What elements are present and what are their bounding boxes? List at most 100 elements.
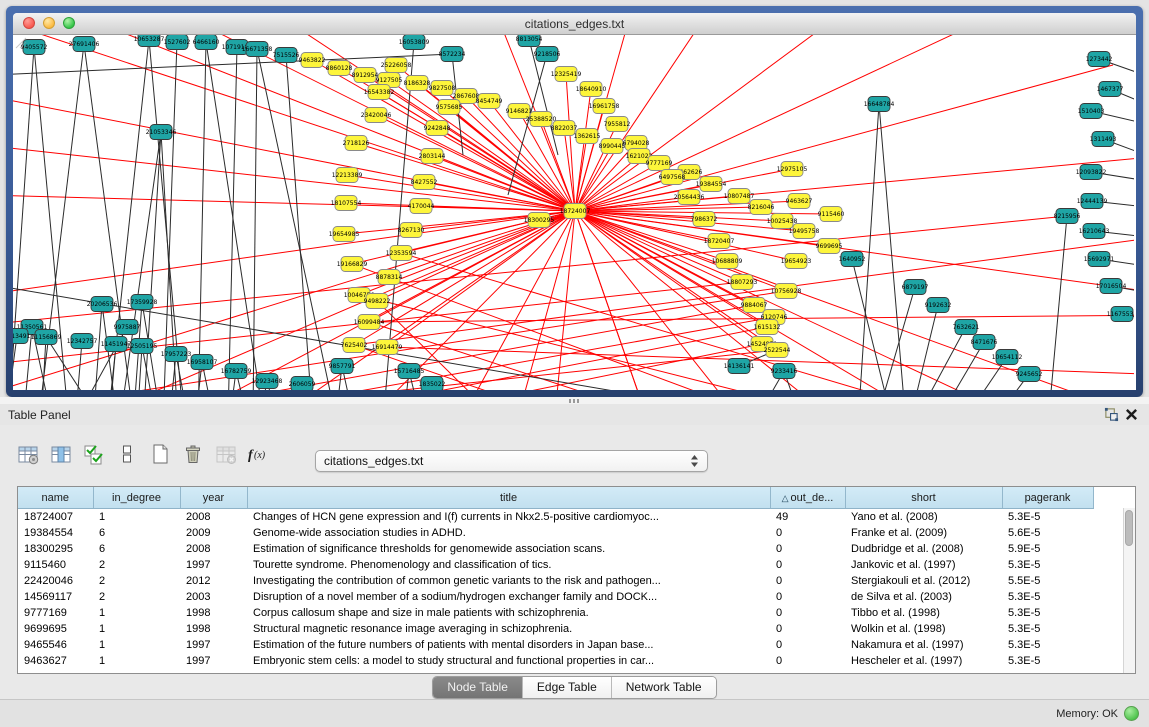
graph-node-10654112[interactable]: 10654112 — [992, 350, 1023, 365]
graph-node-19166829[interactable]: 19166829 — [337, 257, 368, 272]
graph-node-17359928[interactable]: 17359928 — [127, 295, 158, 310]
graph-node-19384554[interactable]: 19384554 — [696, 177, 727, 192]
selection-mode-icon[interactable] — [80, 441, 107, 468]
graph-node-25226058[interactable]: 25226058 — [381, 58, 412, 73]
tab-edge-table[interactable]: Edge Table — [523, 677, 612, 698]
graph-node-12444139[interactable]: 12444139 — [1077, 194, 1108, 209]
graph-node-4170044[interactable]: 4170044 — [408, 199, 435, 214]
graph-node-8186328[interactable]: 8186328 — [404, 76, 431, 91]
table-row[interactable]: 911546021997Tourette syndrome. Phenomeno… — [18, 557, 1093, 573]
graph-node-27691406[interactable]: 27691406 — [69, 37, 100, 52]
table-mode-icon[interactable] — [14, 441, 41, 468]
graph-node-9218506[interactable]: 9218506 — [534, 47, 561, 62]
graph-node-9463627[interactable]: 9463627 — [786, 194, 813, 209]
graph-node-1510403[interactable]: 1510403 — [1078, 104, 1105, 119]
table-row[interactable]: 946554611997Estimation of the future num… — [18, 637, 1093, 653]
node-table[interactable]: namein_degreeyeartitle△out_de...shortpag… — [17, 486, 1136, 674]
tab-network-table[interactable]: Network Table — [612, 677, 716, 698]
tab-node-table[interactable]: Node Table — [433, 677, 523, 698]
graph-node-9975887[interactable]: 9975887 — [114, 320, 141, 335]
graph-node-7625402[interactable]: 7625402 — [341, 338, 368, 353]
graph-node-7955812[interactable]: 7955812 — [604, 117, 631, 132]
table-row[interactable]: 946362711997Embryonic stem cells: a mode… — [18, 653, 1093, 669]
column-header-outde[interactable]: △out_de... — [770, 487, 845, 509]
graph-node-12342757[interactable]: 12342757 — [67, 334, 98, 349]
graph-node-9498222[interactable]: 9498222 — [364, 294, 391, 309]
table-row[interactable]: 1830029562008Estimation of significance … — [18, 541, 1093, 557]
network-window-titlebar[interactable]: citations_edges.txt — [13, 13, 1136, 35]
graph-node-12093822[interactable]: 12093822 — [1076, 165, 1107, 180]
graph-node-9857791[interactable]: 9857791 — [329, 359, 356, 374]
graph-node-8912954[interactable]: 8912954 — [352, 68, 379, 83]
graph-node-10653287[interactable]: 10653287 — [134, 35, 165, 47]
memory-ok-indicator-icon[interactable] — [1124, 706, 1139, 721]
graph-node-16210643[interactable]: 16210643 — [1079, 224, 1110, 239]
graph-node-20206536[interactable]: 20206536 — [87, 297, 118, 312]
graph-node-2718126[interactable]: 2718126 — [343, 136, 370, 151]
graph-node-21053346[interactable]: 21053346 — [146, 125, 177, 140]
graph-node-2606059[interactable]: 2606059 — [289, 377, 316, 391]
graph-node-9192632[interactable]: 9192632 — [925, 298, 952, 313]
graph-node-7986372[interactable]: 7986372 — [691, 212, 718, 227]
delete-trash-icon[interactable] — [179, 441, 206, 468]
graph-node-16782759[interactable]: 16782759 — [221, 364, 252, 379]
table-row[interactable]: 1456911722003Disruption of a novel membe… — [18, 589, 1093, 605]
graph-node-1640952[interactable]: 1640952 — [839, 252, 866, 267]
graph-node-9242848[interactable]: 9242848 — [424, 121, 451, 136]
graph-node-11156869[interactable]: 11156869 — [31, 330, 62, 345]
graph-node-1835022[interactable]: 1835022 — [419, 377, 446, 391]
resize-grip-icon[interactable] — [13, 35, 27, 49]
graph-node-1527602[interactable]: 1527602 — [164, 35, 191, 50]
graph-node-18807293[interactable]: 18807293 — [727, 275, 758, 290]
graph-node-18107554[interactable]: 18107554 — [331, 196, 362, 211]
graph-node-9777169[interactable]: 9777169 — [646, 156, 673, 171]
graph-node-18640910[interactable]: 18640910 — [576, 82, 607, 97]
graph-node-15716485[interactable]: 15716485 — [394, 364, 425, 379]
table-row[interactable]: 969969511998Structural magnetic resonanc… — [18, 621, 1093, 637]
graph-node-9575685[interactable]: 9575685 — [436, 100, 463, 115]
citation-network-graph[interactable]: 1872400718300295946382288601288912954252… — [13, 35, 1134, 390]
graph-node-16958107[interactable]: 16958107 — [187, 355, 218, 370]
graph-node-11675534[interactable]: 11675534 — [1107, 307, 1134, 322]
graph-node-8813054[interactable]: 8813054 — [516, 35, 543, 47]
table-row[interactable]: 2242004622012Investigating the contribut… — [18, 573, 1093, 589]
close-panel-icon[interactable] — [1121, 406, 1141, 424]
graph-node-8215956[interactable]: 8215956 — [1054, 209, 1081, 224]
graph-node-6497568[interactable]: 6497568 — [659, 170, 686, 185]
graph-node-17016504[interactable]: 17016504 — [1096, 279, 1127, 294]
graph-node-12353594[interactable]: 12353594 — [386, 246, 417, 261]
graph-node-20564436[interactable]: 20564436 — [674, 190, 705, 205]
column-header-name[interactable]: name — [18, 487, 93, 509]
graph-node-9245652[interactable]: 9245652 — [1016, 367, 1043, 382]
graph-node-10807487[interactable]: 10807487 — [724, 189, 755, 204]
column-header-pagerank[interactable]: pagerank — [1002, 487, 1093, 509]
graph-node-7515526[interactable]: 7515526 — [273, 48, 300, 63]
graph-node-8878314[interactable]: 8878314 — [376, 270, 403, 285]
graph-node-14136141[interactable]: 14136141 — [724, 359, 755, 374]
graph-node-16053809[interactable]: 16053809 — [399, 35, 430, 50]
column-header-year[interactable]: year — [180, 487, 247, 509]
graph-node-8267130[interactable]: 8267130 — [398, 223, 425, 238]
float-window-icon[interactable] — [1101, 406, 1121, 424]
node-table-grid[interactable]: namein_degreeyeartitle△out_de...shortpag… — [18, 487, 1094, 669]
graph-node-3913491[interactable]: 3913491 — [13, 329, 31, 344]
graph-node-10688809[interactable]: 10688809 — [712, 254, 743, 269]
graph-node-2522544[interactable]: 2522544 — [764, 343, 791, 358]
splitter-handle-icon[interactable] — [569, 399, 581, 403]
graph-node-9233416[interactable]: 9233416 — [771, 364, 798, 379]
table-row[interactable]: 1872400712008Changes of HCN gene express… — [18, 509, 1093, 526]
graph-node-16648784[interactable]: 16648784 — [864, 97, 895, 112]
table-selector-dropdown[interactable]: citations_edges.txt — [315, 450, 708, 472]
graph-node-6466160[interactable]: 6466160 — [193, 35, 220, 50]
scrollbar-thumb[interactable] — [1125, 510, 1133, 546]
rows-icon[interactable] — [113, 441, 140, 468]
graph-node-6879197[interactable]: 6879197 — [902, 280, 929, 295]
graph-node-8572234[interactable]: 8572234 — [439, 47, 466, 62]
function-builder-icon[interactable]: f(x) — [245, 441, 272, 468]
graph-node-16543382[interactable]: 16543382 — [364, 85, 395, 100]
column-display-icon[interactable] — [47, 441, 74, 468]
column-header-title[interactable]: title — [247, 487, 770, 509]
graph-node-19495758[interactable]: 19495758 — [789, 224, 820, 239]
graph-node-19654923[interactable]: 19654923 — [781, 254, 812, 269]
graph-node-1311493[interactable]: 1311493 — [1090, 132, 1117, 147]
